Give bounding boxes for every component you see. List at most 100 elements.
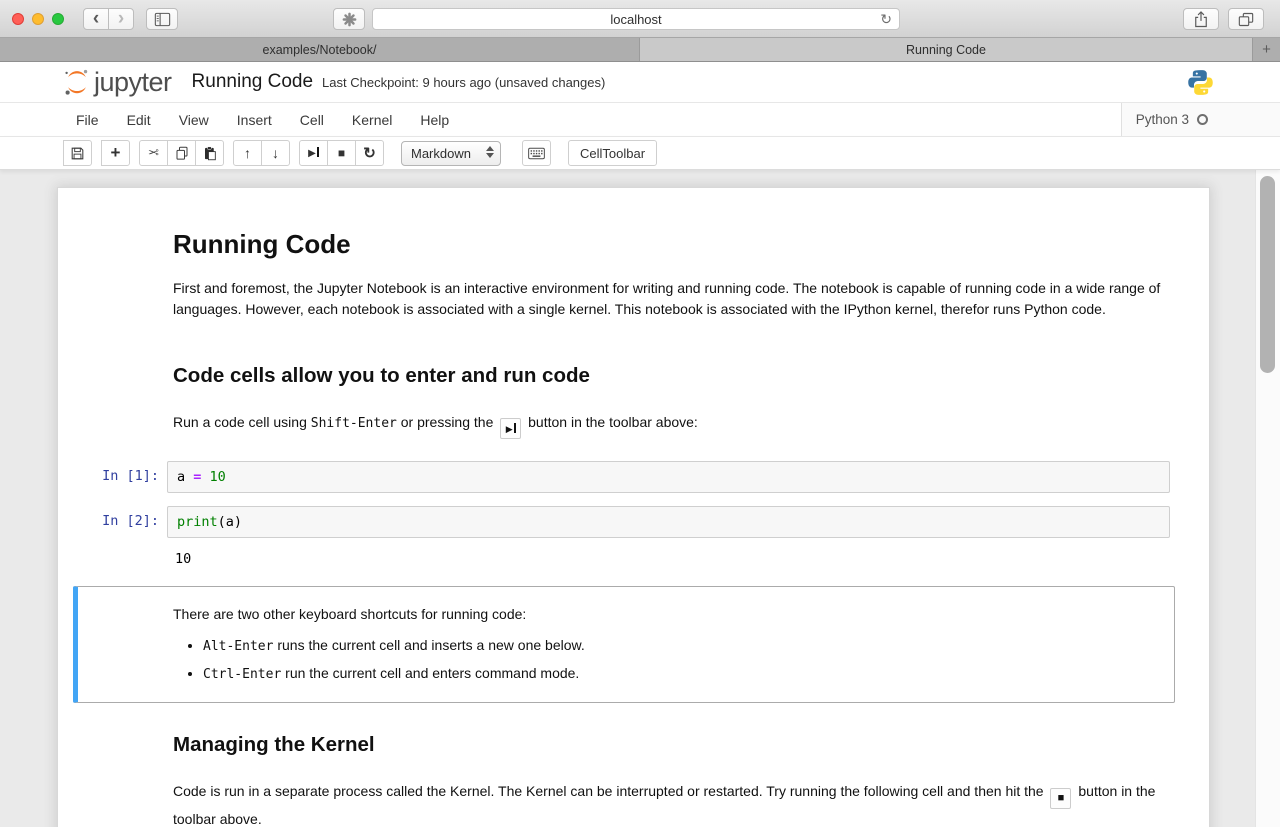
menu-file[interactable]: File bbox=[62, 103, 113, 136]
menu-insert[interactable]: Insert bbox=[223, 103, 286, 136]
forward-icon: › bbox=[118, 10, 124, 28]
minimize-window-button[interactable] bbox=[32, 13, 44, 25]
extension-button[interactable] bbox=[333, 8, 365, 30]
kernel-name: Python 3 bbox=[1136, 112, 1189, 127]
plus-icon: + bbox=[111, 145, 121, 161]
keyboard-icon bbox=[528, 147, 545, 160]
markdown-cell-kernel[interactable]: Managing the Kernel Code is run in a sep… bbox=[73, 733, 1192, 827]
scissors-icon: ✂ bbox=[148, 145, 159, 161]
notebook-toolbar: + ✂ ↑ ↓ ▶ ■ ↻ Markdown bbox=[0, 137, 1280, 170]
tab-title: examples/Notebook/ bbox=[263, 43, 377, 57]
menu-edit[interactable]: Edit bbox=[113, 103, 165, 136]
move-cell-down-button[interactable]: ↓ bbox=[261, 140, 290, 166]
jupyter-logo-text: jupyter bbox=[94, 69, 172, 96]
paste-icon bbox=[203, 146, 217, 161]
back-button[interactable]: ‹ bbox=[83, 8, 109, 30]
kernel-indicator: Python 3 bbox=[1121, 103, 1280, 136]
markdown-cell-intro[interactable]: Running Code First and foremost, the Jup… bbox=[73, 229, 1192, 439]
close-window-button[interactable] bbox=[12, 13, 24, 25]
selected-markdown-cell[interactable]: There are two other keyboard shortcuts f… bbox=[73, 586, 1175, 703]
run-instructions-paragraph: Run a code cell using Shift-Enter or pre… bbox=[173, 412, 1170, 439]
copy-icon bbox=[175, 146, 189, 161]
url-field[interactable]: localhost ↻ bbox=[372, 8, 900, 30]
share-icon bbox=[1194, 11, 1208, 28]
python-logo bbox=[1187, 69, 1214, 96]
save-icon bbox=[70, 146, 85, 161]
browser-toolbar: ‹ › localhost ↻ bbox=[0, 0, 1280, 38]
forward-button[interactable]: › bbox=[108, 8, 134, 30]
browser-window: ‹ › localhost ↻ examp bbox=[0, 0, 1280, 827]
kernel-paragraph: Code is run in a separate process called… bbox=[173, 781, 1170, 827]
sidebar-icon bbox=[154, 12, 171, 27]
copy-cells-button[interactable] bbox=[167, 140, 196, 166]
notebook-title[interactable]: Running Code bbox=[192, 71, 313, 93]
tab-bar: examples/Notebook/ Running Code + bbox=[0, 38, 1280, 62]
celltoolbar-label: CellToolbar bbox=[580, 146, 645, 161]
cut-cells-button[interactable]: ✂ bbox=[139, 140, 168, 166]
input-prompt: In [1]: bbox=[73, 461, 167, 493]
code-input-2[interactable]: print(a) bbox=[167, 506, 1170, 538]
shortcut-item-alt-enter: Alt-Enter runs the current cell and inse… bbox=[203, 635, 1154, 657]
scrollbar-track[interactable] bbox=[1255, 170, 1280, 827]
command-palette-button[interactable] bbox=[522, 140, 551, 166]
notebook-header: jupyter Running Code Last Checkpoint: 9 … bbox=[0, 62, 1280, 103]
arrow-down-icon: ↓ bbox=[272, 145, 279, 161]
tab-overview-button[interactable] bbox=[1228, 8, 1264, 30]
tab-title: Running Code bbox=[906, 43, 986, 57]
heading-code-cells: Code cells allow you to enter and run co… bbox=[173, 364, 1170, 388]
restart-icon: ↻ bbox=[363, 144, 376, 162]
shortcut-item-ctrl-enter: Ctrl-Enter run the current cell and ente… bbox=[203, 663, 1154, 685]
insert-cell-below-button[interactable]: + bbox=[101, 140, 130, 166]
tab-examples-notebook[interactable]: examples/Notebook/ bbox=[0, 38, 640, 61]
zoom-window-button[interactable] bbox=[52, 13, 64, 25]
checkpoint-status: Last Checkpoint: 9 hours ago (unsaved ch… bbox=[322, 75, 605, 90]
reload-icon[interactable]: ↻ bbox=[880, 11, 892, 28]
shift-enter-code: Shift-Enter bbox=[311, 416, 397, 431]
extension-gear-icon bbox=[342, 12, 357, 27]
url-text: localhost bbox=[610, 12, 661, 27]
cell-type-value: Markdown bbox=[411, 146, 471, 161]
plus-icon: + bbox=[1262, 41, 1271, 58]
output-cell-2: 10 bbox=[73, 551, 1192, 567]
menu-bar: File Edit View Insert Cell Kernel Help P… bbox=[0, 103, 1280, 137]
save-button[interactable] bbox=[63, 140, 92, 166]
sidebar-button[interactable] bbox=[146, 8, 178, 30]
notebook-page: Running Code First and foremost, the Jup… bbox=[57, 187, 1210, 827]
interrupt-kernel-button[interactable]: ■ bbox=[327, 140, 356, 166]
move-cell-up-button[interactable]: ↑ bbox=[233, 140, 262, 166]
back-icon: ‹ bbox=[93, 10, 99, 28]
celltoolbar-button[interactable]: CellToolbar bbox=[568, 140, 657, 166]
run-button-inline-icon: ▶ bbox=[500, 418, 521, 439]
intro-paragraph: First and foremost, the Jupyter Notebook… bbox=[173, 278, 1170, 320]
menu-kernel[interactable]: Kernel bbox=[338, 103, 406, 136]
run-cell-button[interactable]: ▶ bbox=[299, 140, 328, 166]
restart-kernel-button[interactable]: ↻ bbox=[355, 140, 384, 166]
cell-type-select[interactable]: Markdown bbox=[401, 141, 501, 166]
tab-overview-icon bbox=[1238, 12, 1254, 27]
stop-button-inline-icon: ■ bbox=[1050, 788, 1071, 809]
paste-cells-button[interactable] bbox=[195, 140, 224, 166]
select-stepper-icon bbox=[486, 146, 494, 158]
share-button[interactable] bbox=[1183, 8, 1219, 30]
window-controls bbox=[12, 13, 64, 25]
menu-view[interactable]: View bbox=[165, 103, 223, 136]
nav-buttons: ‹ › bbox=[83, 8, 134, 30]
menu-help[interactable]: Help bbox=[406, 103, 463, 136]
shortcuts-list: Alt-Enter runs the current cell and inse… bbox=[173, 635, 1154, 685]
scrollbar-thumb[interactable] bbox=[1260, 176, 1275, 373]
shortcuts-intro: There are two other keyboard shortcuts f… bbox=[173, 604, 1154, 625]
code-input-1[interactable]: a = 10 bbox=[167, 461, 1170, 493]
code-cell-2: In [2]: print(a) bbox=[73, 506, 1192, 538]
run-icon: ▶ bbox=[308, 147, 319, 159]
kernel-idle-icon bbox=[1197, 114, 1208, 125]
code-cell-1: In [1]: a = 10 bbox=[73, 461, 1192, 493]
menu-cell[interactable]: Cell bbox=[286, 103, 338, 136]
input-prompt: In [2]: bbox=[73, 506, 167, 538]
page-area: Running Code First and foremost, the Jup… bbox=[0, 170, 1280, 827]
jupyter-logo[interactable]: jupyter bbox=[64, 68, 172, 96]
heading-running-code: Running Code bbox=[173, 229, 1170, 260]
heading-managing-kernel: Managing the Kernel bbox=[173, 733, 1170, 757]
tab-running-code[interactable]: Running Code bbox=[640, 38, 1253, 61]
stop-icon: ■ bbox=[338, 147, 345, 159]
new-tab-button[interactable]: + bbox=[1253, 38, 1280, 61]
